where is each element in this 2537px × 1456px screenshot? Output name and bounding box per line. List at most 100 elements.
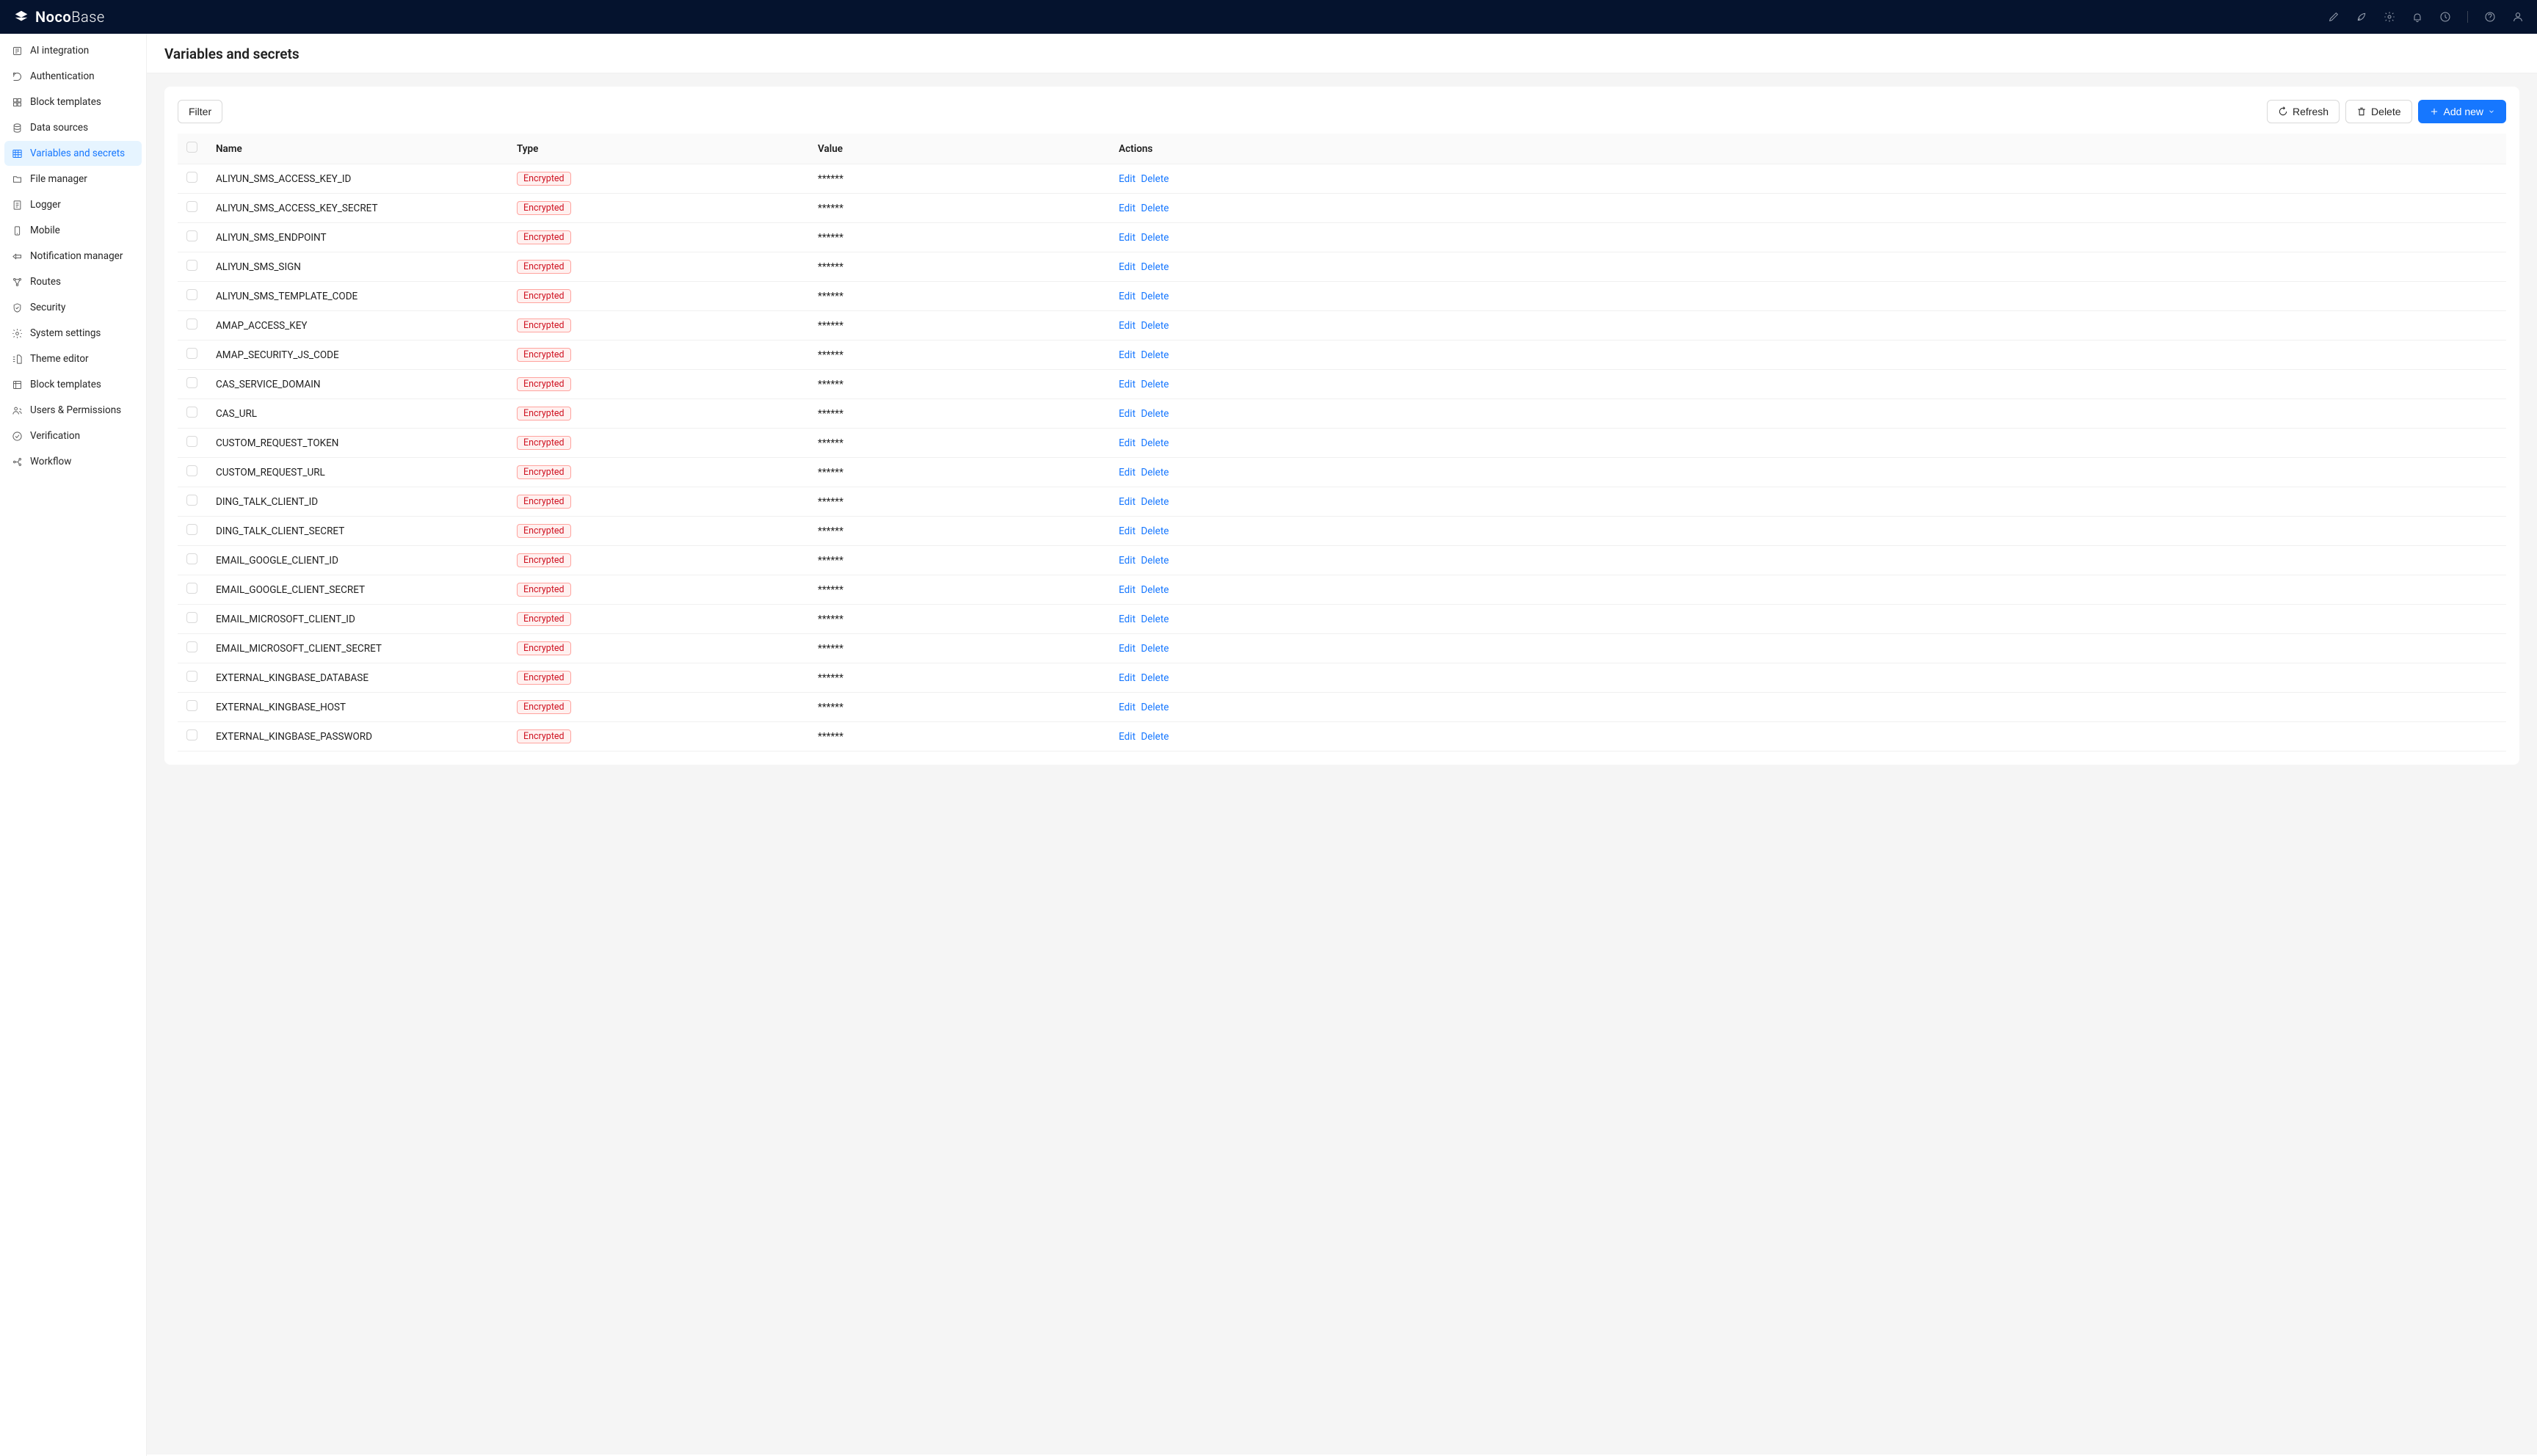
sidebar-item-workflow[interactable]: Workflow xyxy=(4,449,142,474)
sidebar-item-routes[interactable]: Routes xyxy=(4,269,142,294)
row-checkbox[interactable] xyxy=(186,260,197,271)
row-checkbox[interactable] xyxy=(186,348,197,359)
sidebar-item-authentication[interactable]: Authentication xyxy=(4,64,142,89)
delete-link[interactable]: Delete xyxy=(1141,643,1169,655)
refresh-button[interactable]: Refresh xyxy=(2267,100,2340,123)
edit-link[interactable]: Edit xyxy=(1119,467,1136,478)
delete-link[interactable]: Delete xyxy=(1141,173,1169,185)
row-checkbox[interactable] xyxy=(186,553,197,564)
edit-link[interactable]: Edit xyxy=(1119,672,1136,684)
row-checkbox[interactable] xyxy=(186,495,197,506)
sidebar-item-ai-integration[interactable]: AI integration xyxy=(4,38,142,63)
row-checkbox[interactable] xyxy=(186,377,197,388)
row-checkbox[interactable] xyxy=(186,201,197,212)
edit-link[interactable]: Edit xyxy=(1119,702,1136,713)
edit-link[interactable]: Edit xyxy=(1119,379,1136,390)
edit-link[interactable]: Edit xyxy=(1119,349,1136,361)
filter-button[interactable]: Filter xyxy=(178,100,222,123)
row-checkbox[interactable] xyxy=(186,289,197,300)
edit-link[interactable]: Edit xyxy=(1119,731,1136,743)
delete-link[interactable]: Delete xyxy=(1141,584,1169,596)
table-row: EXTERNAL_KINGBASE_PASSWORDEncrypted*****… xyxy=(178,722,2506,751)
edit-link[interactable]: Edit xyxy=(1119,584,1136,596)
edit-icon[interactable] xyxy=(2328,11,2340,23)
cell-name: DING_TALK_CLIENT_SECRET xyxy=(207,517,508,546)
cell-name: CUSTOM_REQUEST_TOKEN xyxy=(207,429,508,458)
table-row: ALIYUN_SMS_ENDPOINTEncrypted******Edit D… xyxy=(178,223,2506,252)
delete-link[interactable]: Delete xyxy=(1141,408,1169,420)
sidebar-item-variables-and-secrets[interactable]: Variables and secrets xyxy=(4,141,142,166)
clock-icon[interactable] xyxy=(2439,11,2451,23)
row-checkbox[interactable] xyxy=(186,700,197,711)
delete-button[interactable]: Delete xyxy=(2345,100,2411,123)
gear-icon[interactable] xyxy=(2384,11,2395,23)
row-checkbox[interactable] xyxy=(186,436,197,447)
row-checkbox[interactable] xyxy=(186,729,197,740)
sidebar-item-users-permissions[interactable]: Users & Permissions xyxy=(4,398,142,423)
delete-link[interactable]: Delete xyxy=(1141,555,1169,567)
sidebar-item-system-settings[interactable]: System settings xyxy=(4,321,142,346)
sidebar-item-mobile[interactable]: Mobile xyxy=(4,218,142,243)
row-checkbox[interactable] xyxy=(186,318,197,330)
row-checkbox[interactable] xyxy=(186,612,197,623)
sidebar-item-file-manager[interactable]: File manager xyxy=(4,167,142,192)
edit-link[interactable]: Edit xyxy=(1119,320,1136,332)
edit-link[interactable]: Edit xyxy=(1119,232,1136,244)
edit-link[interactable]: Edit xyxy=(1119,525,1136,537)
row-checkbox[interactable] xyxy=(186,671,197,682)
delete-link[interactable]: Delete xyxy=(1141,614,1169,625)
edit-link[interactable]: Edit xyxy=(1119,261,1136,273)
delete-link[interactable]: Delete xyxy=(1141,291,1169,302)
delete-link[interactable]: Delete xyxy=(1141,467,1169,478)
delete-link[interactable]: Delete xyxy=(1141,261,1169,273)
row-checkbox[interactable] xyxy=(186,407,197,418)
row-checkbox[interactable] xyxy=(186,583,197,594)
sidebar-item-theme-editor[interactable]: Theme editor xyxy=(4,346,142,371)
edit-link[interactable]: Edit xyxy=(1119,643,1136,655)
delete-link[interactable]: Delete xyxy=(1141,203,1169,214)
rocket-icon[interactable] xyxy=(2356,11,2367,23)
logo[interactable]: NocoBase xyxy=(13,8,105,26)
help-icon[interactable] xyxy=(2484,11,2496,23)
edit-link[interactable]: Edit xyxy=(1119,173,1136,185)
edit-link[interactable]: Edit xyxy=(1119,496,1136,508)
row-checkbox[interactable] xyxy=(186,230,197,241)
delete-link[interactable]: Delete xyxy=(1141,437,1169,449)
edit-link[interactable]: Edit xyxy=(1119,291,1136,302)
sidebar-item-data-sources[interactable]: Data sources xyxy=(4,115,142,140)
delete-link[interactable]: Delete xyxy=(1141,349,1169,361)
row-checkbox[interactable] xyxy=(186,172,197,183)
edit-link[interactable]: Edit xyxy=(1119,614,1136,625)
delete-link[interactable]: Delete xyxy=(1141,731,1169,743)
edit-link[interactable]: Edit xyxy=(1119,555,1136,567)
edit-link[interactable]: Edit xyxy=(1119,408,1136,420)
add-new-button[interactable]: Add new xyxy=(2418,100,2506,123)
delete-link[interactable]: Delete xyxy=(1141,379,1169,390)
delete-link[interactable]: Delete xyxy=(1141,496,1169,508)
row-checkbox[interactable] xyxy=(186,465,197,476)
cell-name: AMAP_SECURITY_JS_CODE xyxy=(207,341,508,370)
sidebar-item-verification[interactable]: Verification xyxy=(4,423,142,448)
bell-icon[interactable] xyxy=(2411,11,2423,23)
cell-name: CUSTOM_REQUEST_URL xyxy=(207,458,508,487)
cell-name: EXTERNAL_KINGBASE_PASSWORD xyxy=(207,722,508,751)
cell-value: ****** xyxy=(809,693,1110,722)
sidebar-item-block-templates[interactable]: Block templates xyxy=(4,90,142,114)
delete-link[interactable]: Delete xyxy=(1141,525,1169,537)
edit-link[interactable]: Edit xyxy=(1119,437,1136,449)
select-all-checkbox[interactable] xyxy=(186,142,197,153)
delete-link[interactable]: Delete xyxy=(1141,320,1169,332)
cell-value: ****** xyxy=(809,575,1110,605)
sidebar-item-logger[interactable]: Logger xyxy=(4,192,142,217)
edit-link[interactable]: Edit xyxy=(1119,203,1136,214)
cell-name: CAS_URL xyxy=(207,399,508,429)
delete-link[interactable]: Delete xyxy=(1141,232,1169,244)
user-icon[interactable] xyxy=(2512,11,2524,23)
row-checkbox[interactable] xyxy=(186,524,197,535)
delete-link[interactable]: Delete xyxy=(1141,702,1169,713)
row-checkbox[interactable] xyxy=(186,641,197,652)
sidebar-item-security[interactable]: Security xyxy=(4,295,142,320)
delete-link[interactable]: Delete xyxy=(1141,672,1169,684)
sidebar-item-notification-manager[interactable]: Notification manager xyxy=(4,244,142,269)
sidebar-item-block-templates-2[interactable]: Block templates xyxy=(4,372,142,397)
